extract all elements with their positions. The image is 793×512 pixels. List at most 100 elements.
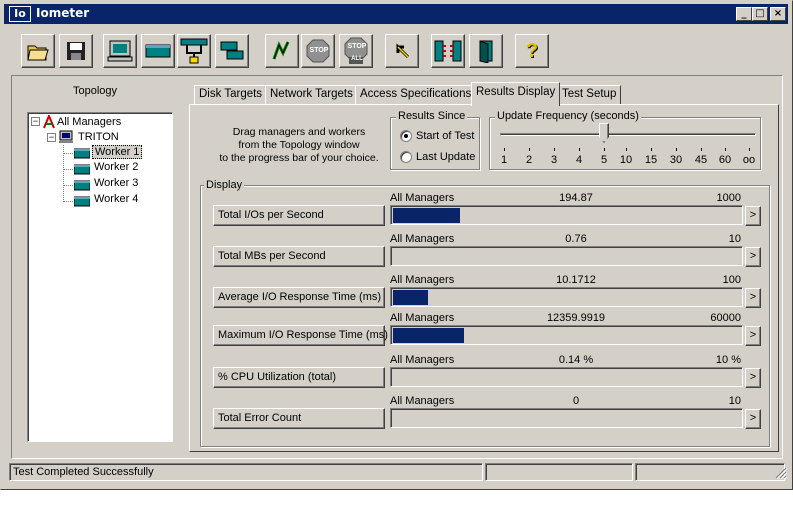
update-frequency-group: Update Frequency (seconds) 1 2 3 4 5 10 …	[489, 110, 761, 170]
metric-progress-bar[interactable]	[390, 367, 743, 387]
metric-more-button[interactable]: >	[745, 288, 761, 308]
tab-access-specifications[interactable]: Access Specifications	[355, 85, 477, 105]
metric-progress-bar[interactable]	[390, 408, 743, 428]
tree-item-manager-triton[interactable]: TRITON	[78, 131, 119, 143]
metric-source: All Managers	[390, 312, 455, 324]
new-disk-worker-button[interactable]	[141, 34, 175, 68]
toolbar: STOP STOP ALL ?	[13, 31, 783, 71]
save-config-button[interactable]	[59, 34, 93, 68]
stop-button[interactable]: STOP	[301, 34, 335, 68]
metric-max: 10	[728, 233, 741, 245]
metric-select-button[interactable]: Average I/O Response Time (ms)	[213, 287, 385, 308]
exit-button[interactable]	[469, 34, 503, 68]
metric-more-button[interactable]: >	[745, 326, 761, 346]
radio-last-update-label: Last Update	[416, 151, 476, 163]
metric-select-button[interactable]: Total Error Count	[213, 408, 385, 429]
instruction-line: from the Topology window	[238, 139, 360, 151]
tab-results-display[interactable]: Results Display	[471, 82, 561, 106]
help-button[interactable]: ?	[515, 34, 549, 68]
metric-value: 0.76	[565, 233, 587, 245]
new-network-worker-button[interactable]	[177, 34, 211, 68]
start-display-button[interactable]	[103, 34, 137, 68]
frequency-slider-thumb[interactable]	[599, 123, 609, 143]
tree-collapse-root[interactable]: −	[31, 117, 40, 126]
metric-max: 10 %	[715, 354, 741, 366]
metric-more-button[interactable]: >	[745, 368, 761, 388]
results-display-panel: Drag managers and workers from the Topol…	[189, 104, 779, 452]
radio-last-update[interactable]: Last Update	[400, 151, 475, 163]
metric-progress-bar[interactable]	[390, 287, 743, 307]
tab-network-targets[interactable]: Network Targets	[265, 85, 358, 105]
stop-text: STOP	[309, 47, 329, 54]
instruction-line: to the progress bar of your choice.	[219, 152, 379, 164]
worker-disk-icon	[73, 178, 91, 195]
resize-grip-icon[interactable]	[775, 467, 787, 479]
metric-select-button[interactable]: Total I/Os per Second	[213, 205, 385, 226]
frequency-tick-mark	[554, 148, 555, 151]
metric-max: 100	[722, 274, 741, 286]
display-title: Display	[204, 179, 245, 191]
tab-area: Disk Targets Network Targets Access Spec…	[189, 82, 781, 452]
frequency-tick-mark	[701, 148, 702, 151]
duplicate-worker-button[interactable]	[215, 34, 249, 68]
tab-disk-targets[interactable]: Disk Targets	[194, 85, 268, 105]
radio-selected-icon[interactable]	[400, 130, 412, 142]
frequency-tick-label: 3	[550, 154, 558, 166]
status-pane-2	[485, 463, 633, 481]
topology-title: Topology	[72, 85, 118, 97]
duplicate-worker-icon	[220, 41, 244, 60]
iometer-window: Io Iometer _ □ × STOP STOP ALL ? Topolog…	[0, 0, 793, 490]
disconnect-managers-button[interactable]	[431, 34, 465, 68]
reset-workers-icon	[396, 43, 410, 59]
radio-unselected-icon[interactable]	[400, 151, 412, 163]
topology-panel: Topology − All Managers − TRITON Worker …	[19, 81, 181, 445]
topology-tree[interactable]: − All Managers − TRITON Worker 1 Worker …	[27, 112, 173, 442]
metric-select-button[interactable]: Total MBs per Second	[213, 246, 385, 267]
tree-item-worker-1[interactable]: Worker 1	[92, 145, 143, 159]
help-icon: ?	[525, 39, 539, 62]
metric-source: All Managers	[390, 274, 455, 286]
frequency-tick-label: 45	[694, 154, 708, 166]
tree-item-worker-4[interactable]: Worker 4	[94, 193, 138, 205]
display-group: Display All Managers 194.87 1000 Total I…	[200, 179, 770, 447]
start-tests-button[interactable]	[265, 34, 299, 68]
metric-source: All Managers	[390, 354, 455, 366]
status-text: Test Completed Successfully	[9, 463, 483, 481]
frequency-slider-track[interactable]	[500, 133, 756, 136]
close-button[interactable]: ×	[770, 7, 786, 21]
metric-max: 60000	[710, 312, 741, 324]
radio-start-of-test[interactable]: Start of Test	[400, 130, 475, 142]
window-title: Iometer	[36, 6, 90, 20]
open-config-button[interactable]	[21, 34, 55, 68]
tab-test-setup[interactable]: Test Setup	[557, 85, 622, 105]
metric-more-button[interactable]: >	[745, 247, 761, 267]
maximize-button[interactable]: □	[752, 7, 768, 21]
metric-source: All Managers	[390, 233, 455, 245]
tree-collapse-manager[interactable]: −	[47, 133, 56, 142]
metric-progress-fill	[393, 290, 429, 305]
metric-more-button[interactable]: >	[745, 409, 761, 429]
metric-select-button[interactable]: % CPU Utilization (total)	[213, 367, 385, 388]
status-bar: Test Completed Successfully	[7, 463, 789, 482]
metric-value: 12359.9919	[546, 312, 606, 324]
stop-all-button[interactable]: STOP ALL	[339, 34, 373, 68]
metric-value: 194.87	[559, 192, 593, 204]
reset-workers-button[interactable]	[385, 34, 419, 68]
frequency-tick-label: 15	[644, 154, 658, 166]
tree-item-worker-2[interactable]: Worker 2	[94, 161, 138, 173]
metric-progress-fill	[393, 208, 461, 223]
tree-item-all-managers[interactable]: All Managers	[57, 116, 121, 128]
metric-value: 10.1712	[556, 274, 596, 286]
metric-select-button[interactable]: Maximum I/O Response Time (ms)	[213, 325, 388, 346]
metric-more-button[interactable]: >	[745, 206, 761, 226]
frequency-tick-mark	[579, 148, 580, 151]
metric-progress-bar[interactable]	[390, 325, 743, 345]
minimize-button[interactable]: _	[736, 7, 752, 21]
title-bar[interactable]: Io Iometer _ □ ×	[4, 4, 788, 24]
stop-all-subtext: ALL	[351, 56, 363, 62]
tree-item-worker-3[interactable]: Worker 3	[94, 177, 138, 189]
metric-progress-bar[interactable]	[390, 205, 743, 225]
iometer-app-icon[interactable]: Io	[9, 6, 31, 22]
metric-progress-bar[interactable]	[390, 246, 743, 266]
frequency-tick-label: 1	[500, 154, 508, 166]
